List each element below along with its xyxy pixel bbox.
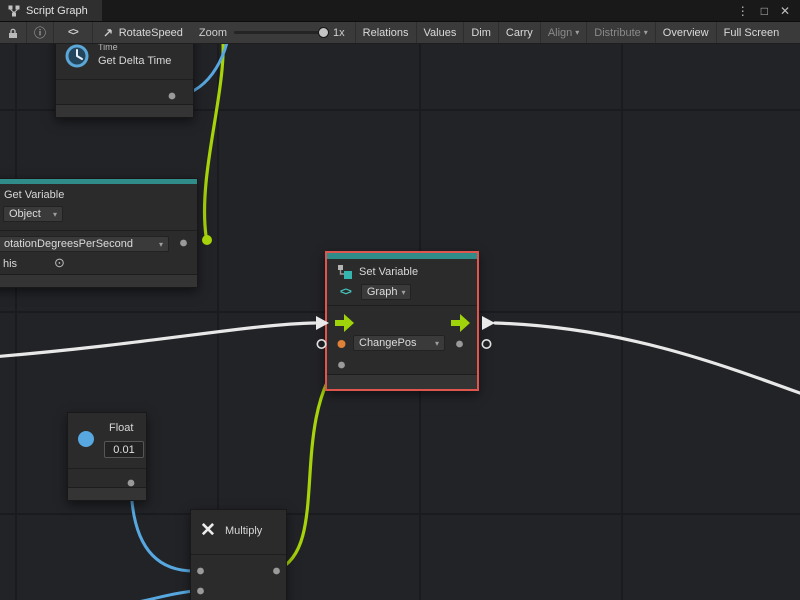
zoom-value: 1x	[333, 27, 345, 39]
toolbar-button-fullscreen[interactable]: Full Screen	[716, 22, 787, 43]
node-get-variable[interactable]: Get Variable Object ▾ otationDegreesPerS…	[0, 178, 198, 288]
object-picker-icon[interactable]: ⊙	[54, 255, 65, 271]
node-float-literal[interactable]: Float 0.01	[67, 412, 147, 501]
node-title: Float	[109, 422, 133, 434]
node-divider	[0, 230, 197, 231]
node-title: Get Variable	[4, 189, 64, 201]
code-icon: <>	[68, 27, 78, 38]
variable-name-value: ChangePos	[359, 337, 417, 349]
toolbar-button-dim[interactable]: Dim	[463, 22, 498, 43]
node-set-variable-selected[interactable]: Set Variable <> Graph ▾ ChangePos ▾	[325, 251, 479, 391]
float-type-icon	[78, 431, 94, 447]
node-divider	[191, 554, 286, 555]
window-tab-bar: Script Graph ⋮ □ ✕	[0, 0, 800, 22]
node-multiply[interactable]: ✕ Multiply A A × B B	[190, 509, 287, 600]
zoom-slider-knob[interactable]	[318, 27, 329, 38]
variable-scope-value: Graph	[367, 286, 398, 298]
window-controls: ⋮ □ ✕	[737, 0, 800, 21]
clock-icon	[64, 43, 90, 69]
toolbar-button-align[interactable]: Align ▾	[540, 22, 586, 43]
node-footer	[56, 104, 193, 117]
zoom-label: Zoom	[199, 27, 227, 39]
variable-scope-dropdown[interactable]: Object ▾	[3, 206, 63, 222]
variable-scope-value: Object	[9, 208, 41, 220]
graph-variable-icon: <>	[340, 286, 351, 298]
node-divider	[68, 468, 146, 469]
float-value-field[interactable]: 0.01	[104, 441, 144, 458]
zoom-control: Zoom 1x	[193, 27, 351, 39]
variable-node-color-bar	[0, 179, 197, 184]
chevron-down-icon: ▾	[401, 288, 405, 297]
graph-name-label: RotateSpeed	[119, 27, 183, 39]
toolbar-button-relations[interactable]: Relations	[355, 22, 416, 43]
node-footer	[327, 374, 477, 389]
window-maximize-button[interactable]: □	[761, 4, 768, 18]
toolbar-button-carry[interactable]: Carry	[498, 22, 540, 43]
graph-breadcrumb[interactable]: RotateSpeed	[93, 27, 193, 39]
variable-scope-dropdown[interactable]: Graph ▾	[361, 284, 412, 300]
info-icon: ⓘ	[34, 24, 46, 41]
chevron-down-icon: ▾	[53, 210, 57, 219]
node-header: ✕ Multiply	[191, 510, 286, 554]
variable-name-dropdown[interactable]: ChangePos ▾	[353, 335, 445, 351]
graph-pointer-icon	[103, 27, 114, 38]
node-divider	[56, 79, 193, 80]
value-port-row	[327, 354, 477, 374]
variable-name-row: ChangePos ▾	[327, 332, 477, 354]
toolbar-button-distribute[interactable]: Distribute ▾	[586, 22, 654, 43]
chevron-down-icon: ▾	[435, 339, 439, 348]
chevron-down-icon: ▾	[159, 240, 163, 249]
node-title: Set Variable	[359, 266, 418, 278]
tab-script-graph[interactable]: Script Graph	[0, 0, 102, 21]
multiply-icon: ✕	[200, 519, 216, 542]
variable-target-label: his	[3, 258, 17, 270]
variable-name-value: otationDegreesPerSecond	[4, 238, 133, 250]
tab-title: Script Graph	[26, 5, 88, 17]
chevron-down-icon: ▾	[644, 28, 648, 37]
set-variable-icon	[337, 264, 353, 280]
window-close-button[interactable]: ✕	[780, 4, 790, 18]
window-menu-button[interactable]: ⋮	[737, 4, 749, 18]
toolbar-button-values[interactable]: Values	[416, 22, 464, 43]
node-title: Get Delta Time	[98, 55, 171, 67]
inspect-button[interactable]: ⓘ	[27, 22, 54, 43]
edit-graph-button[interactable]: <>	[54, 22, 93, 43]
variable-name-dropdown[interactable]: otationDegreesPerSecond ▾	[0, 236, 169, 252]
node-title: Multiply	[225, 525, 262, 537]
zoom-slider[interactable]	[234, 31, 326, 34]
node-footer	[0, 274, 197, 287]
script-graph-icon	[8, 5, 20, 17]
node-footer	[68, 487, 146, 500]
toolbar-button-overview[interactable]: Overview	[655, 22, 716, 43]
lock-button[interactable]	[0, 22, 27, 43]
chevron-down-icon: ▾	[575, 28, 579, 37]
toolbar-buttons: Relations Values Dim Carry Align ▾ Distr…	[355, 22, 787, 43]
node-header: Set Variable <> Graph ▾	[327, 259, 477, 305]
control-flow-row	[327, 306, 477, 332]
lock-icon	[7, 27, 19, 39]
graph-toolbar: ⓘ <> RotateSpeed Zoom 1x Relations Value…	[0, 22, 800, 44]
